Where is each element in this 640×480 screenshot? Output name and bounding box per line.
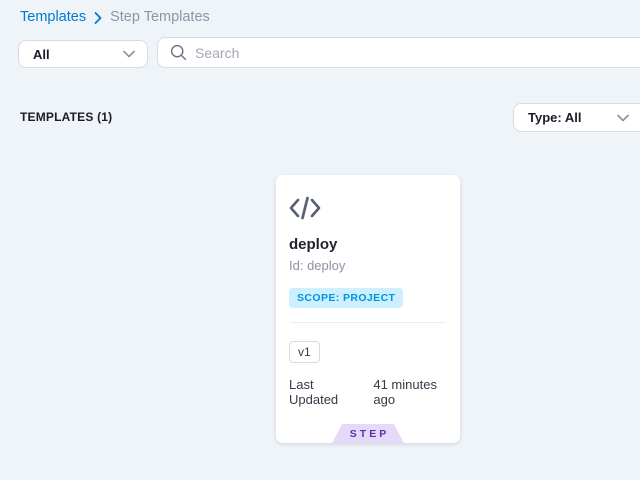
template-card[interactable]: deploy Id: deploy SCOPE: PROJECT v1 Last… bbox=[276, 175, 460, 443]
search-box[interactable] bbox=[157, 37, 640, 68]
scope-filter-dropdown[interactable]: All bbox=[18, 40, 148, 68]
step-templates-page: Templates Step Templates All TEMPLATES (… bbox=[0, 0, 640, 480]
last-updated-label: Last Updated bbox=[289, 377, 364, 407]
chevron-down-icon bbox=[123, 50, 135, 58]
code-icon bbox=[288, 194, 322, 222]
breadcrumb-link-templates[interactable]: Templates bbox=[20, 9, 86, 25]
templates-count-label: TEMPLATES (1) bbox=[20, 110, 112, 124]
breadcrumb: Templates Step Templates bbox=[20, 9, 210, 25]
last-updated-value: 41 minutes ago bbox=[373, 377, 460, 407]
chevron-down-icon bbox=[617, 114, 629, 122]
type-filter-dropdown[interactable]: Type: All bbox=[513, 103, 640, 132]
last-updated-row: Last Updated 41 minutes ago bbox=[289, 377, 460, 407]
card-divider bbox=[290, 322, 446, 323]
chevron-right-icon bbox=[94, 12, 102, 24]
search-input[interactable] bbox=[195, 45, 635, 61]
scope-filter-value: All bbox=[33, 47, 50, 62]
type-filter-value: Type: All bbox=[528, 110, 581, 125]
search-icon bbox=[170, 44, 187, 61]
template-type-badge: STEP bbox=[332, 424, 404, 443]
template-id: Id: deploy bbox=[289, 258, 345, 273]
scope-badge: SCOPE: PROJECT bbox=[289, 288, 403, 308]
breadcrumb-current: Step Templates bbox=[110, 9, 210, 25]
version-tag[interactable]: v1 bbox=[289, 341, 320, 363]
template-title: deploy bbox=[289, 236, 337, 253]
